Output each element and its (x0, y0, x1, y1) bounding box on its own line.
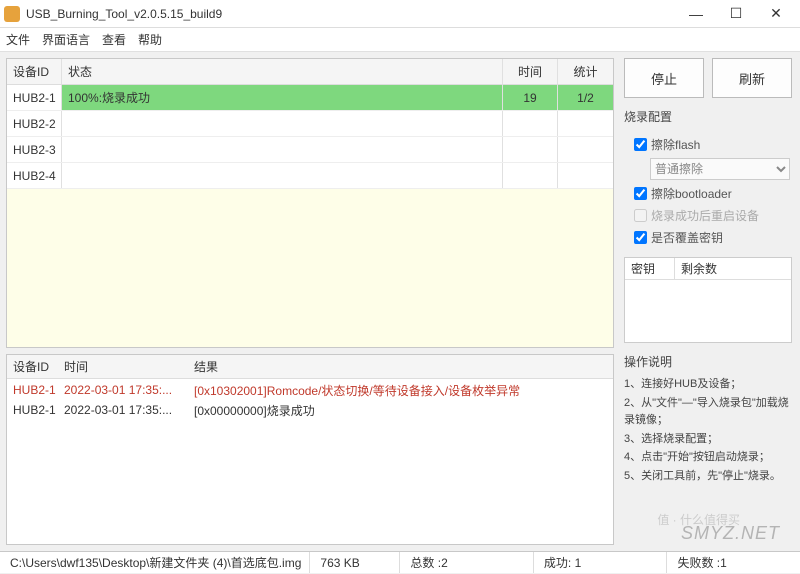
table-row[interactable]: HUB2-1 100%:烧录成功 19 1/2 (7, 85, 613, 111)
overwrite-key-checkbox[interactable] (634, 231, 647, 244)
menu-view[interactable]: 查看 (102, 31, 126, 48)
instruction-item: 3、选择烧录配置； (624, 431, 792, 449)
maximize-button[interactable]: ☐ (716, 1, 756, 27)
device-table-header: 设备ID 状态 时间 统计 (7, 59, 613, 85)
col-device-id[interactable]: 设备ID (7, 59, 62, 84)
config-title: 烧录配置 (624, 108, 792, 125)
stop-button[interactable]: 停止 (624, 58, 704, 98)
cell-id: HUB2-3 (7, 137, 62, 162)
instructions: 1、连接好HUB及设备； 2、从"文件"—"导入烧录包"加载烧录镜像； 3、选择… (624, 376, 792, 545)
instructions-title: 操作说明 (624, 353, 792, 370)
device-table: 设备ID 状态 时间 统计 HUB2-1 100%:烧录成功 19 1/2 HU… (6, 58, 614, 348)
menu-help[interactable]: 帮助 (138, 31, 162, 48)
cell-id: HUB2-1 (7, 85, 62, 110)
erase-bootloader-checkbox[interactable] (634, 187, 647, 200)
instruction-item: 1、连接好HUB及设备； (624, 376, 792, 394)
erase-mode-select[interactable]: 普通擦除 (650, 158, 790, 180)
table-row[interactable]: HUB2-4 (7, 163, 613, 189)
col-time[interactable]: 时间 (503, 59, 558, 84)
col-status[interactable]: 状态 (62, 59, 503, 84)
burn-config: 擦除flash 普通擦除 擦除bootloader 烧录成功后重启设备 是否覆盖… (624, 131, 792, 251)
log-row[interactable]: HUB2-1 2022-03-01 17:35:... [0x10302001]… (7, 379, 613, 399)
minimize-button[interactable]: — (676, 1, 716, 27)
close-button[interactable]: ✕ (756, 1, 796, 27)
statusbar: C:\Users\dwf135\Desktop\新建文件夹 (4)\首选底包.i… (0, 551, 800, 573)
table-row[interactable]: HUB2-3 (7, 137, 613, 163)
erase-flash-option[interactable]: 擦除flash (634, 136, 792, 153)
instruction-item: 5、关闭工具前，先"停止"烧录。 (624, 468, 792, 486)
status-size: 763 KB (310, 552, 400, 573)
status-success: 成功: 1 (534, 552, 668, 573)
app-icon (4, 6, 20, 22)
log-col-time[interactable]: 时间 (62, 358, 192, 375)
log-col-id[interactable]: 设备ID (7, 358, 62, 375)
reboot-after-checkbox (634, 209, 647, 222)
reboot-after-option[interactable]: 烧录成功后重启设备 (634, 207, 792, 224)
log-cell-id: HUB2-1 (7, 403, 62, 417)
cell-id: HUB2-2 (7, 111, 62, 136)
log-table: 设备ID 时间 结果 HUB2-1 2022-03-01 17:35:... [… (6, 354, 614, 545)
menubar: 文件 界面语言 查看 帮助 (0, 28, 800, 52)
refresh-button[interactable]: 刷新 (712, 58, 792, 98)
log-row[interactable]: HUB2-1 2022-03-01 17:35:... [0x00000000]… (7, 399, 613, 419)
table-row[interactable]: HUB2-2 (7, 111, 613, 137)
menu-language[interactable]: 界面语言 (42, 31, 90, 48)
erase-flash-checkbox[interactable] (634, 138, 647, 151)
instruction-item: 4、点击"开始"按钮启动烧录； (624, 449, 792, 467)
titlebar: USB_Burning_Tool_v2.0.5.15_build9 — ☐ ✕ (0, 0, 800, 28)
log-cell-result: [0x10302001]Romcode/状态切换/等待设备接入/设备枚举异常 (192, 382, 613, 399)
cell-id: HUB2-4 (7, 163, 62, 188)
log-cell-time: 2022-03-01 17:35:... (62, 403, 192, 417)
table-blank-area (7, 189, 613, 347)
window-title: USB_Burning_Tool_v2.0.5.15_build9 (26, 7, 676, 21)
instruction-item: 2、从"文件"—"导入烧录包"加载烧录镜像； (624, 395, 792, 430)
menu-file[interactable]: 文件 (6, 31, 30, 48)
cell-status: 100%:烧录成功 (62, 85, 503, 110)
cell-time: 19 (503, 85, 558, 110)
log-cell-result: [0x00000000]烧录成功 (192, 402, 613, 419)
log-table-header: 设备ID 时间 结果 (7, 355, 613, 379)
overwrite-key-option[interactable]: 是否覆盖密钥 (634, 229, 792, 246)
status-path: C:\Users\dwf135\Desktop\新建文件夹 (4)\首选底包.i… (0, 552, 310, 573)
erase-bootloader-option[interactable]: 擦除bootloader (634, 185, 792, 202)
status-fail: 失败数 : 1 (667, 552, 800, 573)
cell-count: 1/2 (558, 85, 613, 110)
log-cell-time: 2022-03-01 17:35:... (62, 383, 192, 397)
status-total: 总数 : 2 (400, 552, 534, 573)
key-col-remain[interactable]: 剩余数 (675, 258, 791, 279)
key-col-key[interactable]: 密钥 (625, 258, 675, 279)
col-count[interactable]: 统计 (558, 59, 613, 84)
key-table: 密钥 剩余数 (624, 257, 792, 343)
log-col-result[interactable]: 结果 (192, 358, 613, 375)
log-cell-id: HUB2-1 (7, 383, 62, 397)
